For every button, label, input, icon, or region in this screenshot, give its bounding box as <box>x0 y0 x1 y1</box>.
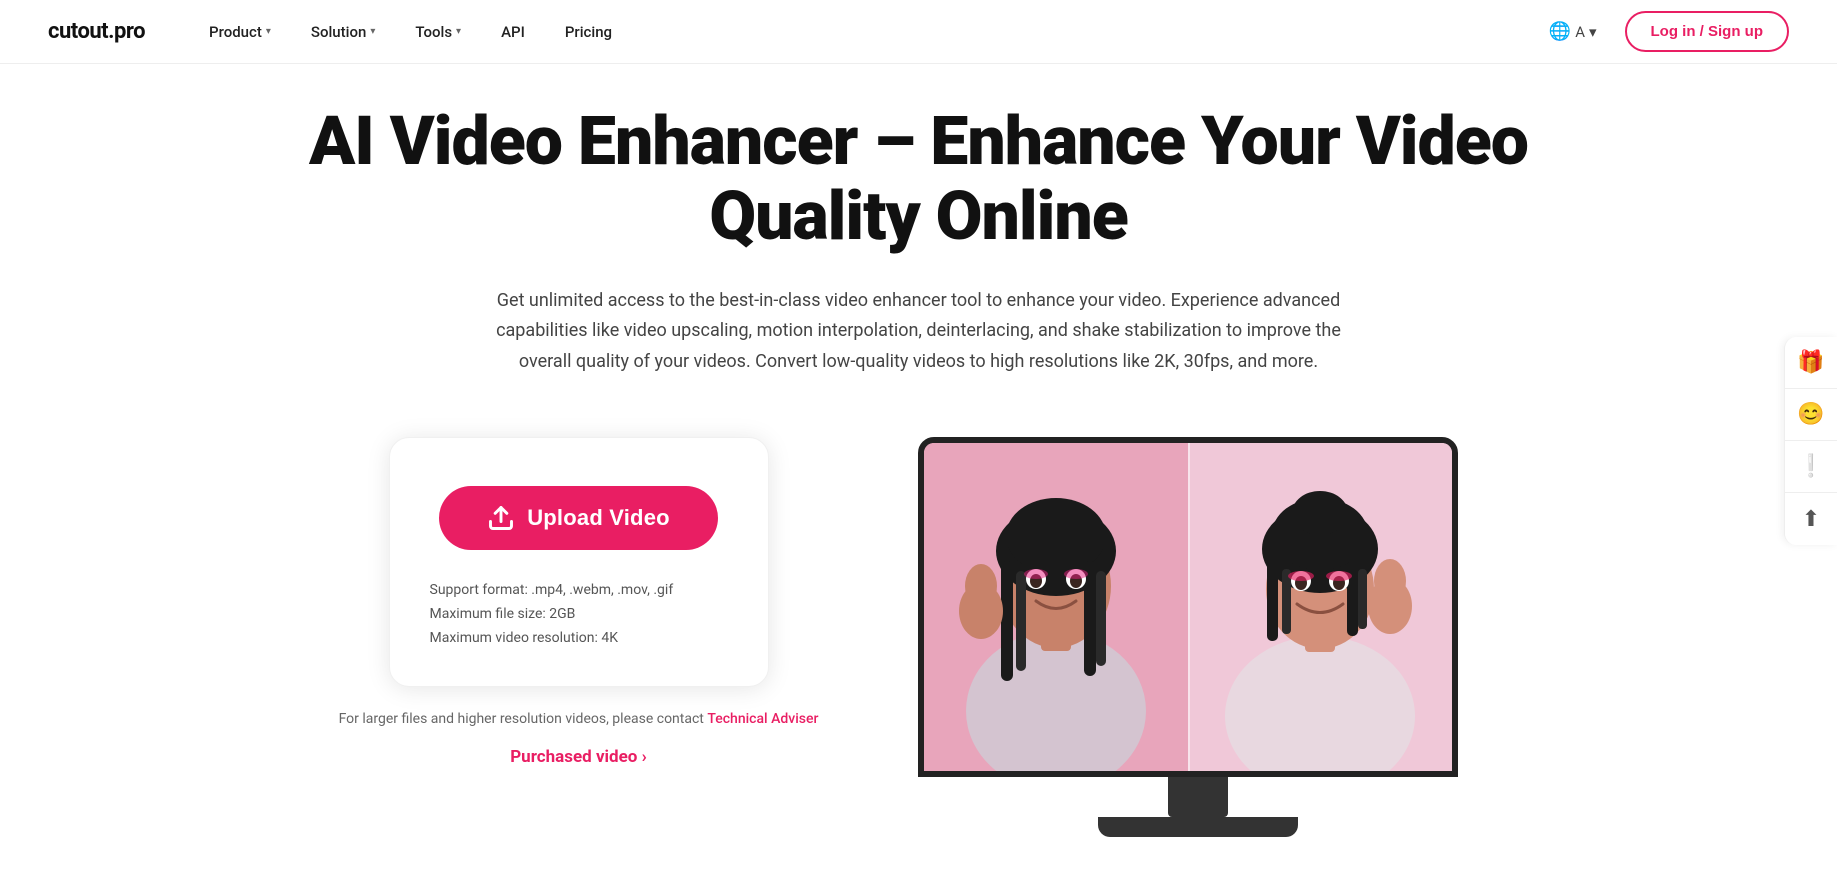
upload-card: Upload Video Support format: .mp4, .webm… <box>389 437 769 687</box>
monitor-base <box>1098 817 1298 837</box>
translate-icon: 🌐 <box>1549 21 1571 42</box>
nav-item-api[interactable]: API <box>485 15 541 49</box>
monitor-wrapper <box>918 437 1478 837</box>
resolution-info: Maximum video resolution: 4K <box>430 630 728 646</box>
main-content: AI Video Enhancer – Enhance Your Video Q… <box>219 64 1619 837</box>
alert-icon-button[interactable]: ❕ <box>1785 441 1837 493</box>
screen-left <box>924 443 1188 771</box>
upload-button-label: Upload Video <box>527 505 670 531</box>
nav-tools-label: Tools <box>415 23 452 41</box>
upload-section: Upload Video Support format: .mp4, .webm… <box>339 437 819 767</box>
nav-item-solution[interactable]: Solution ▾ <box>295 15 391 49</box>
face-icon-button[interactable]: 😊 <box>1785 389 1837 441</box>
technical-adviser-link[interactable]: Technical Adviser <box>707 711 818 727</box>
gift-icon-button[interactable]: 🎁 <box>1785 337 1837 389</box>
upload-note-prefix: For larger files and higher resolution v… <box>339 711 708 727</box>
monitor-neck <box>1168 777 1228 817</box>
nav-item-pricing[interactable]: Pricing <box>549 15 628 49</box>
chevron-down-icon: ▾ <box>456 26 461 37</box>
logo[interactable]: cutout.pro <box>48 19 145 44</box>
nav-links: Product ▾ Solution ▾ Tools ▾ API Pricing <box>193 15 1537 49</box>
size-info: Maximum file size: 2GB <box>430 606 728 622</box>
nav-pricing-label: Pricing <box>565 23 612 41</box>
translate-button[interactable]: 🌐 A ▾ <box>1537 13 1609 50</box>
hero-title: AI Video Enhancer – Enhance Your Video Q… <box>299 104 1539 254</box>
purchased-video-link[interactable]: Purchased video › <box>510 747 647 767</box>
nav-solution-label: Solution <box>311 23 366 41</box>
scroll-top-icon: ⬆ <box>1802 507 1820 532</box>
login-button[interactable]: Log in / Sign up <box>1625 11 1789 52</box>
translate-label: A <box>1575 23 1585 41</box>
nav-product-label: Product <box>209 23 262 41</box>
person-right-svg <box>1188 443 1452 771</box>
chevron-down-icon: ▾ <box>1589 23 1597 41</box>
upload-icon <box>487 504 515 532</box>
nav-right: 🌐 A ▾ Log in / Sign up <box>1537 11 1789 52</box>
chevron-down-icon: ▾ <box>266 26 271 37</box>
gift-icon: 🎁 <box>1797 350 1824 375</box>
nav-item-tools[interactable]: Tools ▾ <box>399 15 477 49</box>
alert-icon: ❕ <box>1797 454 1824 479</box>
upload-info: Support format: .mp4, .webm, .mov, .gif … <box>430 582 728 646</box>
screen-divider <box>1188 443 1190 771</box>
monitor-section <box>898 437 1498 837</box>
scroll-top-button[interactable]: ⬆ <box>1785 493 1837 545</box>
nav-item-product[interactable]: Product ▾ <box>193 15 287 49</box>
monitor-screen <box>918 437 1458 777</box>
format-info: Support format: .mp4, .webm, .mov, .gif <box>430 582 728 598</box>
chevron-down-icon: ▾ <box>370 26 375 37</box>
hero-description: Get unlimited access to the best-in-clas… <box>469 286 1369 378</box>
screen-right <box>1188 443 1452 771</box>
content-row: Upload Video Support format: .mp4, .webm… <box>299 437 1539 837</box>
person-left-svg <box>924 443 1188 771</box>
upload-button[interactable]: Upload Video <box>439 486 718 550</box>
nav-api-label: API <box>501 23 525 41</box>
right-sidebar: 🎁 😊 ❕ ⬆ <box>1784 337 1837 545</box>
face-icon: 😊 <box>1797 402 1824 427</box>
upload-note: For larger files and higher resolution v… <box>339 711 819 727</box>
navbar: cutout.pro Product ▾ Solution ▾ Tools ▾ … <box>0 0 1837 64</box>
